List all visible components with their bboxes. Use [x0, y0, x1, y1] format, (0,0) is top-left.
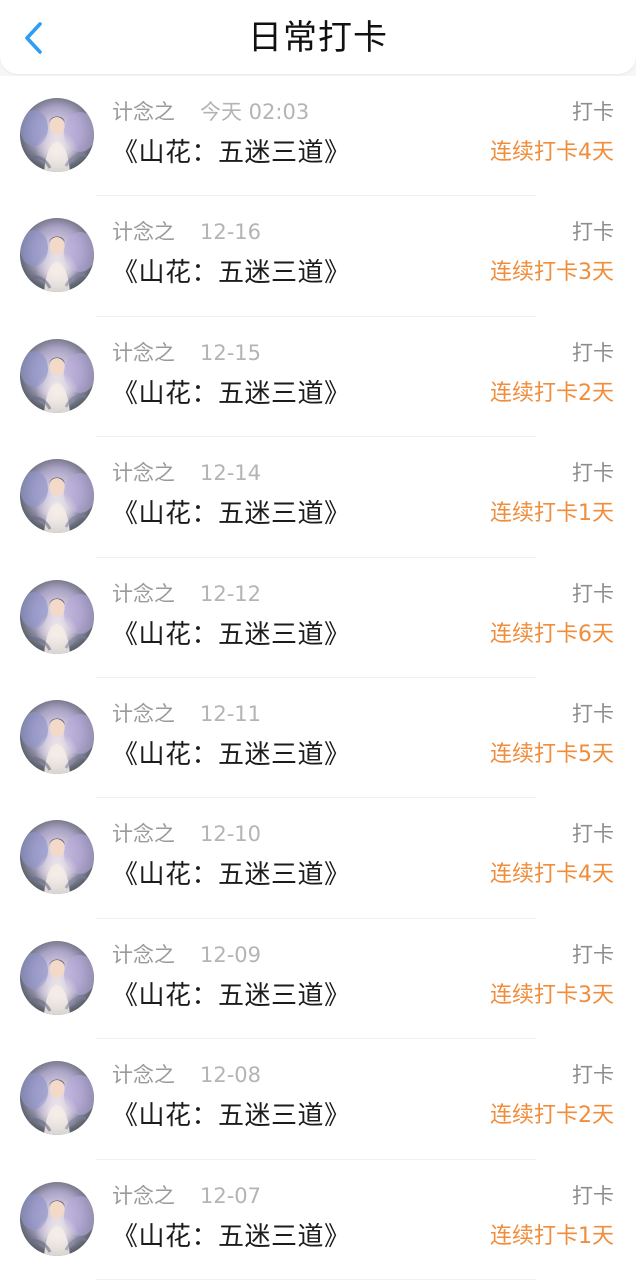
book-title: 《山花：五迷三道》 — [112, 980, 351, 1011]
avatar[interactable] — [20, 820, 94, 895]
top-bar: 日常打卡 — [0, 0, 636, 74]
user-name: 计念之 — [112, 220, 175, 245]
checkin-label: 打卡 — [572, 701, 614, 726]
user-name: 计念之 — [112, 701, 175, 726]
user-name: 计念之 — [112, 942, 175, 967]
avatar[interactable] — [20, 338, 94, 413]
book-title: 《山花：五迷三道》 — [112, 739, 351, 770]
user-name: 计念之 — [112, 340, 175, 365]
streak-text: 连续打卡3天 — [490, 982, 614, 1008]
user-name: 计念之 — [112, 100, 175, 124]
user-name: 计念之 — [112, 1183, 175, 1208]
checkin-label: 打卡 — [572, 220, 614, 245]
list-item[interactable]: 计念之 12-12 《山花：五迷三道》 打卡 连续打卡6天 — [0, 558, 636, 679]
checkin-time: 12-08 — [200, 1063, 262, 1088]
list-item[interactable]: 计念之 12-08 《山花：五迷三道》 打卡 连续打卡2天 — [0, 1039, 636, 1160]
book-title: 《山花：五迷三道》 — [112, 138, 351, 168]
list-item[interactable]: 计念之 12-07 《山花：五迷三道》 打卡 连续打卡1天 — [0, 1160, 636, 1280]
book-title: 《山花：五迷三道》 — [112, 619, 351, 650]
streak-text: 连续打卡3天 — [490, 260, 614, 286]
list-item[interactable]: 计念之 12-11 《山花：五迷三道》 打卡 连续打卡5天 — [0, 678, 636, 799]
checkin-time: 12-09 — [200, 942, 262, 967]
user-name: 计念之 — [112, 822, 175, 847]
book-title: 《山花：五迷三道》 — [112, 378, 351, 409]
avatar[interactable] — [20, 579, 94, 654]
avatar[interactable] — [20, 98, 94, 172]
list-item[interactable]: 计念之 12-10 《山花：五迷三道》 打卡 连续打卡4天 — [0, 798, 636, 920]
list-item[interactable]: 计念之 12-09 《山花：五迷三道》 打卡 连续打卡3天 — [0, 919, 636, 1040]
checkin-time: 12-10 — [200, 822, 262, 847]
streak-text: 连续打卡6天 — [490, 621, 614, 647]
checkin-label: 打卡 — [572, 1183, 614, 1208]
avatar[interactable] — [20, 699, 94, 774]
streak-text: 连续打卡2天 — [490, 1103, 614, 1129]
avatar[interactable] — [20, 218, 94, 293]
checkin-list: 计念之 今天 02:03 《山花：五迷三道》 打卡 连续打卡4天 计念之 12-… — [0, 76, 636, 1280]
streak-text: 连续打卡2天 — [490, 380, 614, 406]
streak-text: 连续打卡5天 — [490, 741, 614, 767]
checkin-label: 打卡 — [572, 340, 614, 365]
book-title: 《山花：五迷三道》 — [112, 1221, 351, 1252]
checkin-time: 12-16 — [200, 220, 262, 245]
page-title: 日常打卡 — [248, 18, 388, 58]
checkin-time: 12-15 — [200, 340, 262, 365]
book-title: 《山花：五迷三道》 — [112, 1101, 351, 1132]
book-title: 《山花：五迷三道》 — [112, 258, 351, 289]
list-item[interactable]: 计念之 12-16 《山花：五迷三道》 打卡 连续打卡3天 — [0, 196, 636, 318]
avatar[interactable] — [20, 459, 94, 534]
list-item[interactable]: 计念之 今天 02:03 《山花：五迷三道》 打卡 连续打卡4天 — [0, 76, 636, 197]
streak-text: 连续打卡1天 — [490, 1223, 614, 1249]
checkin-time: 12-14 — [200, 461, 262, 486]
avatar[interactable] — [20, 940, 94, 1015]
user-name: 计念之 — [112, 1063, 175, 1088]
list-item[interactable]: 计念之 12-15 《山花：五迷三道》 打卡 连续打卡2天 — [0, 317, 636, 438]
book-title: 《山花：五迷三道》 — [112, 860, 351, 891]
checkin-time: 今天 02:03 — [200, 100, 310, 124]
checkin-label: 打卡 — [572, 1063, 614, 1088]
streak-text: 连续打卡1天 — [490, 501, 614, 527]
checkin-label: 打卡 — [572, 942, 614, 967]
user-name: 计念之 — [112, 461, 175, 486]
avatar[interactable] — [20, 1061, 94, 1136]
streak-text: 连续打卡4天 — [490, 140, 614, 165]
user-name: 计念之 — [112, 581, 175, 606]
checkin-time: 12-12 — [200, 581, 262, 606]
checkin-time: 12-11 — [200, 701, 262, 726]
streak-text: 连续打卡4天 — [490, 862, 614, 888]
avatar[interactable] — [20, 1181, 94, 1256]
book-title: 《山花：五迷三道》 — [112, 499, 351, 530]
checkin-label: 打卡 — [572, 581, 614, 606]
checkin-label: 打卡 — [572, 461, 614, 486]
checkin-label: 打卡 — [572, 100, 614, 124]
list-item[interactable]: 计念之 12-14 《山花：五迷三道》 打卡 连续打卡1天 — [0, 437, 636, 558]
checkin-time: 12-07 — [200, 1183, 262, 1208]
checkin-label: 打卡 — [572, 822, 614, 847]
